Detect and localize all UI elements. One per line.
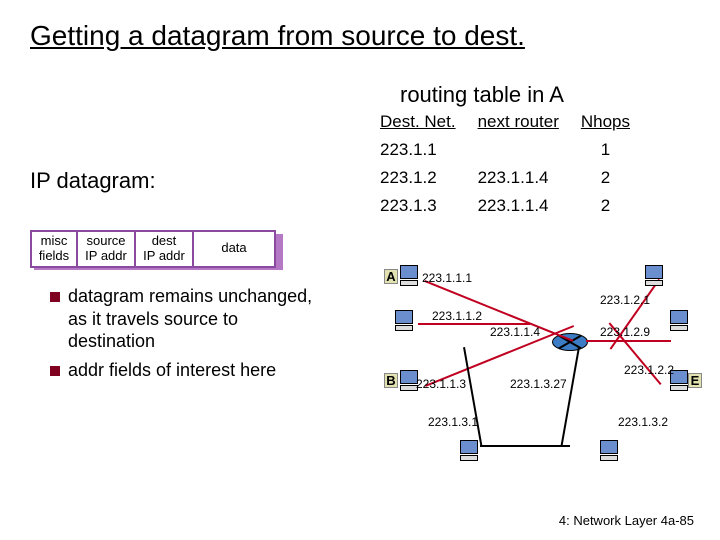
link xyxy=(610,279,660,350)
ip-label: 223.1.1.4 xyxy=(490,325,540,339)
ip-label: 223.1.2.9 xyxy=(600,325,650,339)
pkt-source: sourceIP addr xyxy=(78,230,136,268)
col-next: next router xyxy=(468,112,569,132)
cell: 2 xyxy=(571,162,640,188)
host-icon xyxy=(395,310,419,334)
node-label-a: A xyxy=(384,269,398,284)
ip-label: 223.1.2.2 xyxy=(624,363,674,377)
pkt-dest: destIP addr xyxy=(136,230,194,268)
link xyxy=(586,340,671,342)
table-row: 223.1.2 223.1.1.4 2 xyxy=(370,162,640,188)
pkt-misc: miscfields xyxy=(30,230,78,268)
col-dest: Dest. Net. xyxy=(370,112,466,132)
cell: 223.1.2 xyxy=(370,162,466,188)
host-icon xyxy=(460,440,484,464)
link xyxy=(561,347,580,446)
ip-datagram-heading: IP datagram: xyxy=(30,168,156,194)
cell xyxy=(468,134,569,160)
ip-label: 223.1.1.3 xyxy=(416,377,466,391)
network-diagram: A B E 223.1.1.1 223.1.1.2 223.1.1.4 223.… xyxy=(370,265,700,490)
bullet: addr fields of interest here xyxy=(50,359,330,382)
routing-table: Dest. Net. next router Nhops 223.1.1 1 2… xyxy=(368,110,642,218)
cell: 223.1.1.4 xyxy=(468,190,569,216)
ip-label: 223.1.2.1 xyxy=(600,293,650,307)
ip-label: 223.1.1.2 xyxy=(432,309,482,323)
col-hops: Nhops xyxy=(571,112,640,132)
page-title: Getting a datagram from source to dest. xyxy=(30,20,690,52)
pkt-data: data xyxy=(194,230,276,268)
bullet: datagram remains unchanged, as it travel… xyxy=(50,285,330,353)
node-label-b: B xyxy=(384,373,398,388)
host-icon xyxy=(670,310,694,334)
bullet-list: datagram remains unchanged, as it travel… xyxy=(50,285,330,387)
table-row: 223.1.3 223.1.1.4 2 xyxy=(370,190,640,216)
table-row: 223.1.1 1 xyxy=(370,134,640,160)
cell: 2 xyxy=(571,190,640,216)
host-icon xyxy=(645,265,669,289)
cell: 223.1.1 xyxy=(370,134,466,160)
ip-label: 223.1.3.27 xyxy=(510,377,567,391)
routing-table-caption: routing table in A xyxy=(400,82,564,108)
ip-label: 223.1.3.2 xyxy=(618,415,668,429)
host-icon xyxy=(600,440,624,464)
host-icon xyxy=(400,265,424,289)
node-label-e: E xyxy=(688,373,702,388)
link xyxy=(480,445,570,447)
slide-footer: 4: Network Layer 4a-85 xyxy=(559,513,694,528)
cell: 223.1.3 xyxy=(370,190,466,216)
ip-datagram-packet: miscfields sourceIP addr destIP addr dat… xyxy=(30,230,276,268)
cell: 223.1.1.4 xyxy=(468,162,569,188)
cell: 1 xyxy=(571,134,640,160)
ip-label: 223.1.3.1 xyxy=(428,415,478,429)
ip-label: 223.1.1.1 xyxy=(422,271,472,285)
